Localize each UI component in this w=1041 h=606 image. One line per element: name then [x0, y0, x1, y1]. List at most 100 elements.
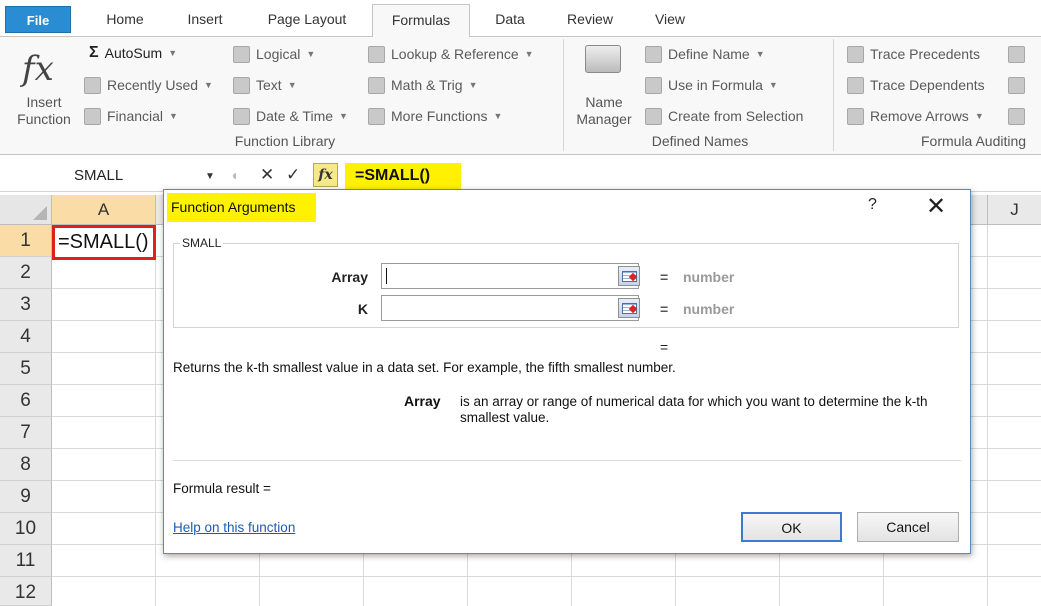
k-label: K	[357, 301, 368, 317]
row-header-7[interactable]: 7	[0, 417, 52, 449]
collapse-dialog-icon[interactable]	[618, 266, 640, 286]
text-button[interactable]: Text ▼	[233, 74, 297, 96]
close-icon[interactable]: ✕	[926, 192, 946, 221]
collapse-dialog-icon[interactable]	[618, 298, 640, 318]
cancel-icon[interactable]: ✕	[260, 165, 274, 185]
gridline	[987, 225, 988, 606]
formula-auditing-label: Formula Auditing	[921, 133, 1027, 149]
row-header-10[interactable]: 10	[0, 513, 52, 545]
magnifier-icon	[368, 45, 385, 63]
calendar-icon	[233, 107, 250, 125]
trace-dependents-button[interactable]: Trace Dependents	[847, 74, 985, 96]
evaluate-formula-icon[interactable]	[1008, 105, 1031, 127]
row-header-11[interactable]: 11	[0, 545, 52, 577]
financial-button[interactable]: Financial ▼	[84, 105, 178, 127]
trace-precedents-button[interactable]: Trace Precedents	[847, 43, 980, 65]
formula-input[interactable]: =SMALL()	[345, 163, 461, 189]
name-box[interactable]: SMALL	[4, 163, 224, 189]
dialog-title: Function Arguments	[167, 193, 316, 222]
tab-review[interactable]: Review	[555, 4, 625, 37]
logical-button[interactable]: Logical ▼	[233, 43, 315, 65]
chevron-down-icon[interactable]: ▼	[205, 164, 215, 190]
book-icon	[233, 45, 250, 63]
lookup-reference-button[interactable]: Lookup & Reference ▼	[368, 43, 534, 65]
row-header-6[interactable]: 6	[0, 385, 52, 417]
create-from-selection-button[interactable]: Create from Selection	[645, 105, 803, 127]
row-header-5[interactable]: 5	[0, 353, 52, 385]
chevron-down-icon: ▼	[493, 111, 503, 121]
k-equals: =	[660, 301, 669, 317]
insert-function-button[interactable]: Insert Function	[8, 94, 80, 128]
gridline	[52, 576, 1041, 577]
remove-arrows-button[interactable]: Remove Arrows ▼	[847, 105, 984, 127]
error-checking-icon[interactable]	[1008, 74, 1031, 96]
chevron-down-icon: ▼	[339, 111, 348, 121]
ok-button[interactable]: OK	[741, 512, 842, 542]
argument-description-text: is an array or range of numerical data f…	[460, 394, 928, 425]
row-header-8[interactable]: 8	[0, 449, 52, 481]
tab-view[interactable]: View	[640, 4, 700, 37]
trace-precedents-icon	[847, 45, 864, 63]
name-manager-icon[interactable]	[585, 45, 621, 73]
tab-home[interactable]: Home	[90, 4, 160, 37]
autosum-button[interactable]: Σ AutoSum ▼	[89, 42, 177, 64]
formula-bar: SMALL ▼ ◖ ✕ ✓ fx =SMALL()	[0, 160, 1041, 192]
use-in-formula-button[interactable]: Use in Formula ▼	[645, 74, 778, 96]
enter-check-icon[interactable]: ✓	[286, 165, 300, 185]
insert-function-fx-icon[interactable]: fx	[313, 163, 338, 187]
row-header-9[interactable]: 9	[0, 481, 52, 513]
insert-function-icon[interactable]: fx	[22, 49, 54, 89]
tab-formulas[interactable]: Formulas	[372, 4, 470, 38]
tag-icon	[645, 45, 662, 63]
table-icon	[645, 107, 662, 125]
help-icon[interactable]: ?	[868, 196, 877, 214]
define-name-button[interactable]: Define Name ▼	[645, 43, 765, 65]
chevron-down-icon: ▼	[524, 49, 534, 59]
function-arguments-dialog: Function Arguments ? ✕ SMALL Array = num…	[163, 189, 971, 554]
recently-used-button[interactable]: Recently Used ▼	[84, 74, 213, 96]
sigma-icon: Σ	[89, 44, 99, 61]
gridline	[155, 225, 156, 606]
math-trig-button[interactable]: Math & Trig ▼	[368, 74, 478, 96]
row-header-4[interactable]: 4	[0, 321, 52, 353]
chevron-down-icon: ▼	[169, 111, 178, 121]
show-formulas-icon[interactable]	[1008, 43, 1031, 65]
row-header-3[interactable]: 3	[0, 289, 52, 321]
divider	[173, 460, 961, 461]
tab-page-layout[interactable]: Page Layout	[251, 4, 363, 37]
name-manager-button[interactable]: Name Manager	[568, 94, 640, 128]
tab-file[interactable]: File	[5, 6, 71, 33]
argument-description-name: Array	[404, 393, 441, 409]
help-on-function-link[interactable]: Help on this function	[173, 520, 295, 535]
array-equals: =	[660, 269, 669, 285]
array-input[interactable]	[381, 263, 639, 289]
date-time-button[interactable]: Date & Time ▼	[233, 105, 348, 127]
book-icon	[368, 107, 385, 125]
tab-data[interactable]: Data	[480, 4, 540, 37]
tab-insert[interactable]: Insert	[172, 4, 238, 37]
overall-equals: =	[660, 339, 669, 355]
row-header-12[interactable]: 12	[0, 577, 52, 606]
row-header-2[interactable]: 2	[0, 257, 52, 289]
more-functions-button[interactable]: More Functions ▼	[368, 105, 502, 127]
formula-result: Formula result =	[173, 481, 271, 496]
column-header-j[interactable]: J	[988, 195, 1041, 225]
chevron-down-icon: ▼	[755, 49, 765, 59]
function-description: Returns the k-th smallest value in a dat…	[173, 360, 676, 375]
cancel-button[interactable]: Cancel	[857, 512, 959, 542]
function-name-legend: SMALL	[180, 236, 224, 250]
select-all-corner[interactable]	[0, 195, 52, 225]
text-icon	[233, 76, 250, 94]
chevron-down-icon: ▼	[468, 80, 478, 90]
k-input[interactable]	[381, 295, 639, 321]
array-result: number	[683, 269, 735, 285]
row-header-1[interactable]: 1	[0, 225, 52, 257]
chevron-down-icon: ▼	[168, 48, 178, 58]
chevron-down-icon: ▼	[768, 80, 778, 90]
column-header-a[interactable]: A	[52, 195, 156, 225]
expand-handle-icon[interactable]: ◖	[230, 165, 238, 185]
cell-a1[interactable]: =SMALL()	[52, 225, 156, 260]
k-result: number	[683, 301, 735, 317]
group-separator	[563, 39, 564, 151]
array-label: Array	[331, 269, 368, 285]
